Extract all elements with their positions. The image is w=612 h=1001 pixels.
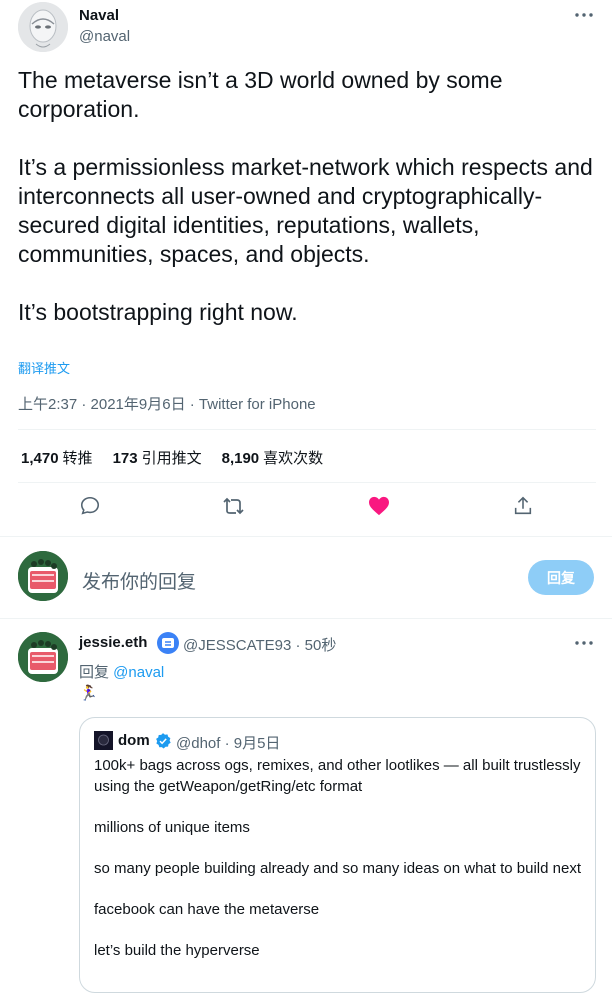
divider bbox=[0, 618, 612, 619]
quoted-tweet[interactable]: dom @dhof · 9月5日 100k+ bags across ogs, … bbox=[79, 717, 596, 993]
action-bar bbox=[0, 494, 612, 522]
author-name[interactable]: Naval bbox=[79, 7, 119, 24]
tweet-text: The metaverse isn’t a 3D world owned by … bbox=[18, 67, 593, 325]
reply-author-name[interactable]: jessie.eth bbox=[79, 634, 147, 651]
translate-link[interactable]: 翻译推文 bbox=[18, 358, 70, 377]
author-handle[interactable]: @naval bbox=[79, 28, 130, 45]
stat-quotes[interactable]: 173 引用推文 bbox=[113, 447, 202, 468]
more-options-icon[interactable] bbox=[572, 6, 596, 24]
quote-author-meta: @dhof · 9月5日 bbox=[176, 735, 281, 752]
replying-to: 回复 @naval bbox=[79, 664, 165, 681]
quote-text: 100k+ bags across ogs, remixes, and othe… bbox=[94, 757, 581, 959]
verified-badge-icon bbox=[154, 732, 172, 750]
author-avatar[interactable] bbox=[18, 2, 68, 52]
reply-author-meta[interactable]: @JESSCATE93 · 50秒 bbox=[183, 634, 336, 655]
reply-button[interactable]: 回复 bbox=[528, 560, 594, 595]
quote-author-name: dom bbox=[118, 732, 150, 749]
tweet-meta[interactable]: 上午2:37 · 2021年9月6日 · Twitter for iPhone bbox=[18, 393, 316, 414]
more-options-icon[interactable] bbox=[572, 634, 596, 652]
reply-author-avatar[interactable] bbox=[18, 632, 68, 682]
badge-icon bbox=[157, 632, 179, 654]
divider bbox=[0, 536, 612, 537]
reply-input[interactable]: 发布你的回复 bbox=[82, 567, 196, 594]
compose-avatar bbox=[18, 551, 68, 601]
reply-icon[interactable] bbox=[78, 494, 102, 518]
tweet-stats: 1,470 转推 173 引用推文 8,190 喜欢次数 bbox=[21, 447, 323, 468]
quote-author-avatar bbox=[94, 731, 113, 750]
mention-link[interactable]: @naval bbox=[113, 664, 164, 681]
reply-text: 🏃‍♀️ bbox=[79, 685, 98, 702]
stat-retweets[interactable]: 1,470 转推 bbox=[21, 447, 93, 468]
stat-likes[interactable]: 8,190 喜欢次数 bbox=[222, 447, 324, 468]
divider bbox=[18, 482, 596, 483]
heart-icon[interactable] bbox=[367, 494, 391, 518]
divider bbox=[18, 429, 596, 430]
retweet-icon[interactable] bbox=[222, 494, 246, 518]
share-icon[interactable] bbox=[511, 494, 535, 518]
